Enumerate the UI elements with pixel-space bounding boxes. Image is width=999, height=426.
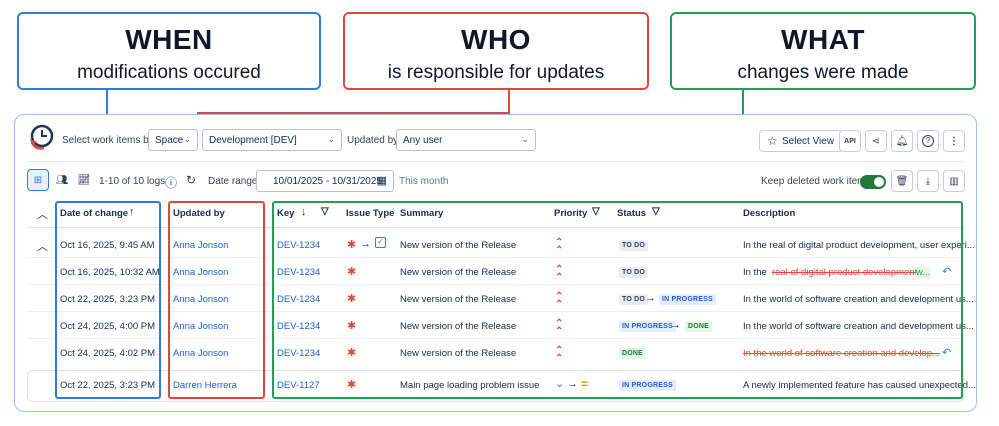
chevron-down-icon: ⌄ — [327, 134, 335, 144]
help-button[interactable]: ? — [917, 130, 939, 152]
api-label: API — [844, 137, 856, 145]
star-icon: ☆ — [767, 134, 778, 148]
who-column-highlight — [168, 201, 265, 399]
space-select-value: Space — [155, 135, 184, 146]
date-range-input[interactable]: 10/01/2025 - 10/31/2025 ▦ — [256, 170, 394, 192]
more-vertical-icon: ⋮ — [949, 135, 959, 147]
bell-icon: 🔔︎ — [895, 135, 909, 147]
chevron-down-icon: ⌄ — [183, 134, 191, 144]
audit-log-panel: Select work items by: Space ⌄ Developmen… — [14, 114, 977, 412]
keep-deleted-toggle[interactable] — [860, 175, 886, 189]
updated-by-select[interactable]: Any user ⌄ — [396, 129, 536, 151]
project-select[interactable]: Development [DEV] ⌄ — [202, 129, 342, 151]
callout-what-title: WHAT — [781, 24, 865, 55]
select-work-items-label: Select work items by: — [62, 135, 157, 146]
date-range-value: 10/01/2025 - 10/31/2025 — [273, 176, 382, 187]
users-view-button[interactable]: 👥︎ — [51, 169, 73, 191]
date-range-label: Date range: — [208, 176, 261, 187]
table-view-button[interactable]: ⊞ — [27, 169, 49, 191]
callout-what: WHAT changes were made — [670, 12, 976, 90]
view-toolbar: ⊞ 👥︎ 📈︎ 1-10 of 10 logs ⓘ ↻ Date range: … — [15, 167, 976, 197]
history-clock-icon — [30, 124, 54, 150]
collapse-all-icon[interactable]: ︿ — [37, 206, 48, 222]
api-button[interactable]: API — [839, 130, 861, 152]
more-options-button[interactable]: ⋮ — [943, 130, 965, 152]
download-icon: ⤓ — [925, 175, 931, 187]
refresh-icon[interactable]: ↻ — [186, 173, 196, 187]
updated-by-label: Updated by: — [347, 135, 401, 146]
delete-button[interactable]: 🗑︎ — [891, 170, 913, 192]
columns-button[interactable]: ▥ — [943, 170, 965, 192]
keep-deleted-label: Keep deleted work items — [761, 176, 871, 187]
callout-who-title: WHO — [461, 24, 531, 55]
users-icon: 👥︎ — [55, 174, 69, 186]
chart-view-button[interactable]: 📈︎ — [73, 169, 95, 191]
chevron-down-icon: ⌄ — [521, 134, 529, 144]
callout-who: WHO is responsible for updates — [343, 12, 649, 90]
toolbar-divider — [27, 161, 964, 162]
share-icon: ⋖ — [871, 135, 881, 147]
logs-count: 1-10 of 10 logs — [99, 176, 166, 187]
expand-row-icon[interactable]: ︿ — [37, 238, 48, 254]
share-button[interactable]: ⋖ — [865, 130, 887, 152]
table-grid-icon: ⊞ — [33, 174, 43, 186]
callout-when: WHEN modifications occured — [17, 12, 321, 90]
info-icon[interactable]: ⓘ — [165, 174, 177, 191]
callout-when-title: WHEN — [125, 24, 213, 55]
columns-icon: ▥ — [949, 175, 959, 187]
filter-toolbar: Select work items by: Space ⌄ Developmen… — [15, 115, 976, 165]
callout-what-text: changes were made — [737, 62, 909, 83]
help-icon: ? — [922, 135, 934, 147]
calendar-icon: ▦ — [376, 175, 387, 187]
date-hint: This month — [399, 176, 449, 187]
project-select-value: Development [DEV] — [209, 135, 297, 146]
callout-when-text: modifications occured — [77, 62, 261, 83]
download-button[interactable]: ⤓ — [917, 170, 939, 192]
connector-who — [508, 90, 510, 114]
what-columns-highlight — [272, 201, 963, 399]
updated-by-select-value: Any user — [403, 135, 443, 146]
callout-who-text: is responsible for updates — [387, 62, 605, 83]
chart-icon: 📈︎ — [77, 174, 91, 186]
notifications-button[interactable]: 🔔︎ — [891, 130, 913, 152]
space-select[interactable]: Space ⌄ — [148, 129, 198, 151]
select-view-label: Select View — [782, 136, 835, 147]
select-view-button[interactable]: ☆ Select View — [759, 130, 844, 152]
trash-icon: 🗑︎ — [895, 175, 909, 187]
when-column-highlight — [55, 201, 161, 399]
